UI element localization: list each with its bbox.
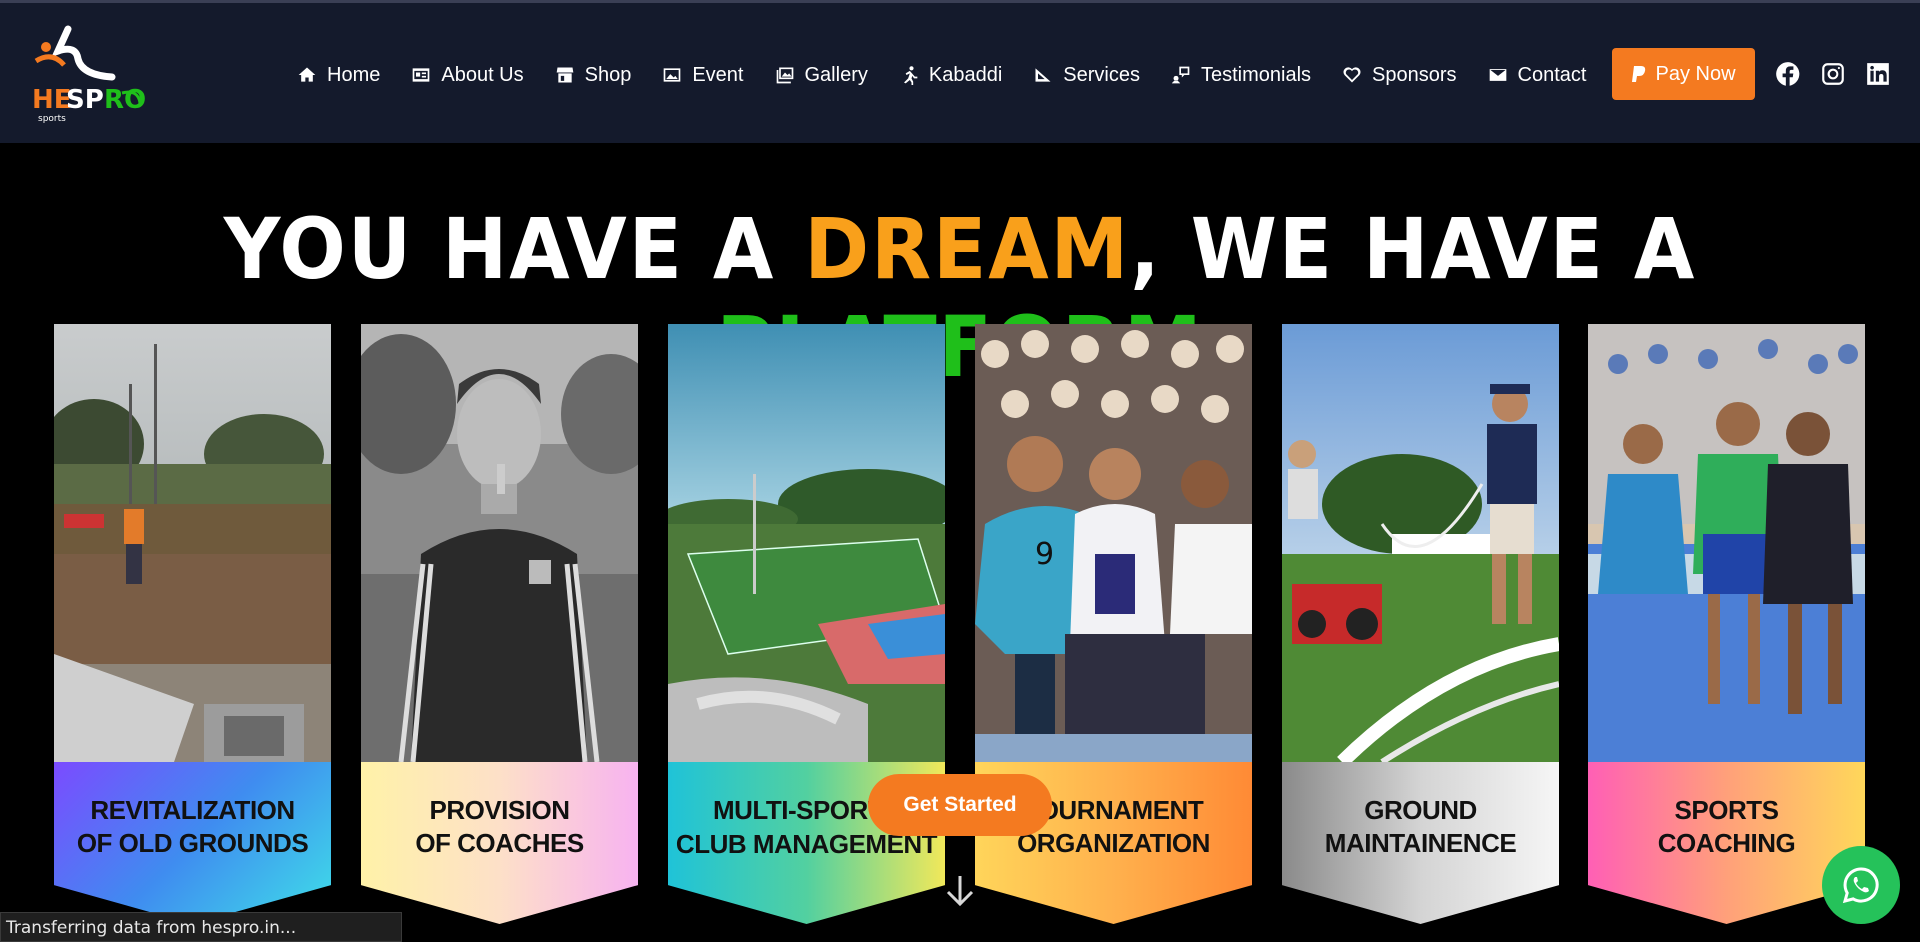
nav-label: Testimonials [1200, 63, 1312, 86]
facebook-icon[interactable] [1775, 61, 1801, 87]
card-title-line: REVITALIZATION [90, 795, 295, 825]
main-nav: Home About Us Shop Event Gallery Kabaddi… [296, 51, 1616, 99]
hero-headline: YOU HAVE A DREAM, WE HAVE A PLATFORM [67, 200, 1853, 396]
nav-label: Contact [1517, 63, 1587, 86]
card-banner: PROVISION OF COACHES [361, 762, 638, 924]
coaching-photo [1588, 324, 1865, 762]
running-icon [898, 64, 920, 86]
id-card-icon [410, 64, 432, 86]
nav-label: Gallery [804, 63, 868, 86]
svg-text:9: 9 [1035, 537, 1054, 572]
whatsapp-icon [1842, 867, 1879, 904]
service-card-revitalization[interactable]: REVITALIZATION OF OLD GROUNDS [54, 324, 331, 924]
headline-part: YOU HAVE A [223, 200, 805, 298]
card-title-line: COACHING [1657, 828, 1796, 858]
kabaddi-players-photo: 9 [975, 324, 1252, 762]
get-started-button[interactable]: Get Started [868, 774, 1052, 836]
nav-event[interactable]: Event [661, 51, 744, 99]
nav-sponsors[interactable]: Sponsors [1341, 51, 1457, 99]
instagram-icon[interactable] [1820, 61, 1846, 87]
stadium-photo [668, 324, 945, 762]
social-links [1775, 61, 1910, 87]
svg-text:SP: SP [66, 85, 104, 115]
svg-text:sports: sports [38, 114, 66, 124]
hespro-logo[interactable]: HE SP RO sports [28, 25, 146, 125]
heart-icon [1341, 64, 1363, 86]
nav-label: Event [692, 63, 744, 86]
nav-label: Shop [584, 63, 632, 86]
nav-gallery[interactable]: Gallery [774, 51, 868, 99]
home-icon [296, 64, 318, 86]
nav-kabaddi[interactable]: Kabaddi [898, 51, 1002, 99]
site-header: HE SP RO sports Home About Us Shop Event… [0, 3, 1920, 143]
slide-icon [1032, 64, 1054, 86]
pay-now-label: Pay Now [1655, 62, 1736, 85]
nav-label: Services [1063, 63, 1140, 86]
card-title-line: GROUND [1364, 795, 1477, 825]
maintenance-photo [1282, 324, 1559, 762]
nav-label: Home [327, 63, 381, 86]
nav-about-us[interactable]: About Us [410, 51, 524, 99]
card-title-line: PROVISION [429, 795, 570, 825]
service-card-ground-maintenance[interactable]: GROUND MAINTAINENCE [1282, 324, 1559, 924]
gallery-icon [774, 64, 796, 86]
nav-services[interactable]: Services [1032, 51, 1140, 99]
whatsapp-chat-button[interactable] [1822, 846, 1900, 924]
card-title-line: MAINTAINENCE [1324, 828, 1517, 858]
card-banner: REVITALIZATION OF OLD GROUNDS [54, 762, 331, 924]
nav-testimonials[interactable]: Testimonials [1170, 51, 1311, 99]
paypal-icon [1631, 65, 1647, 83]
nav-label: About Us [441, 63, 524, 86]
coach-photo [361, 324, 638, 762]
browser-status-bar: Transferring data from hespro.in... [0, 912, 402, 942]
card-banner: SPORTS COACHING [1588, 762, 1865, 924]
service-card-sports-coaching[interactable]: SPORTS COACHING [1588, 324, 1865, 924]
nav-label: Kabaddi [928, 63, 1003, 86]
nav-shop[interactable]: Shop [554, 51, 632, 99]
store-icon [554, 64, 576, 86]
linkedin-icon[interactable] [1865, 61, 1891, 87]
headline-part: , WE HAVE A [1130, 200, 1697, 298]
card-title-line: ORGANIZATION [1017, 828, 1210, 858]
card-title-line: OF OLD GROUNDS [76, 828, 309, 858]
nav-home[interactable]: Home [296, 51, 380, 99]
headline-dream: DREAM [804, 200, 1131, 298]
card-title-line: OF COACHES [415, 828, 584, 858]
comment-user-icon [1170, 64, 1192, 86]
pay-now-button[interactable]: Pay Now [1612, 48, 1755, 100]
nav-contact[interactable]: Contact [1487, 51, 1587, 99]
nav-label: Sponsors [1372, 63, 1457, 86]
scroll-down-arrow-icon[interactable] [944, 874, 976, 908]
envelope-icon [1487, 64, 1509, 86]
card-title-line: SPORTS [1674, 795, 1779, 825]
grounds-photo [54, 324, 331, 762]
images-icon [661, 64, 683, 86]
card-banner: GROUND MAINTAINENCE [1282, 762, 1559, 924]
service-card-coaches[interactable]: PROVISION OF COACHES [361, 324, 638, 924]
